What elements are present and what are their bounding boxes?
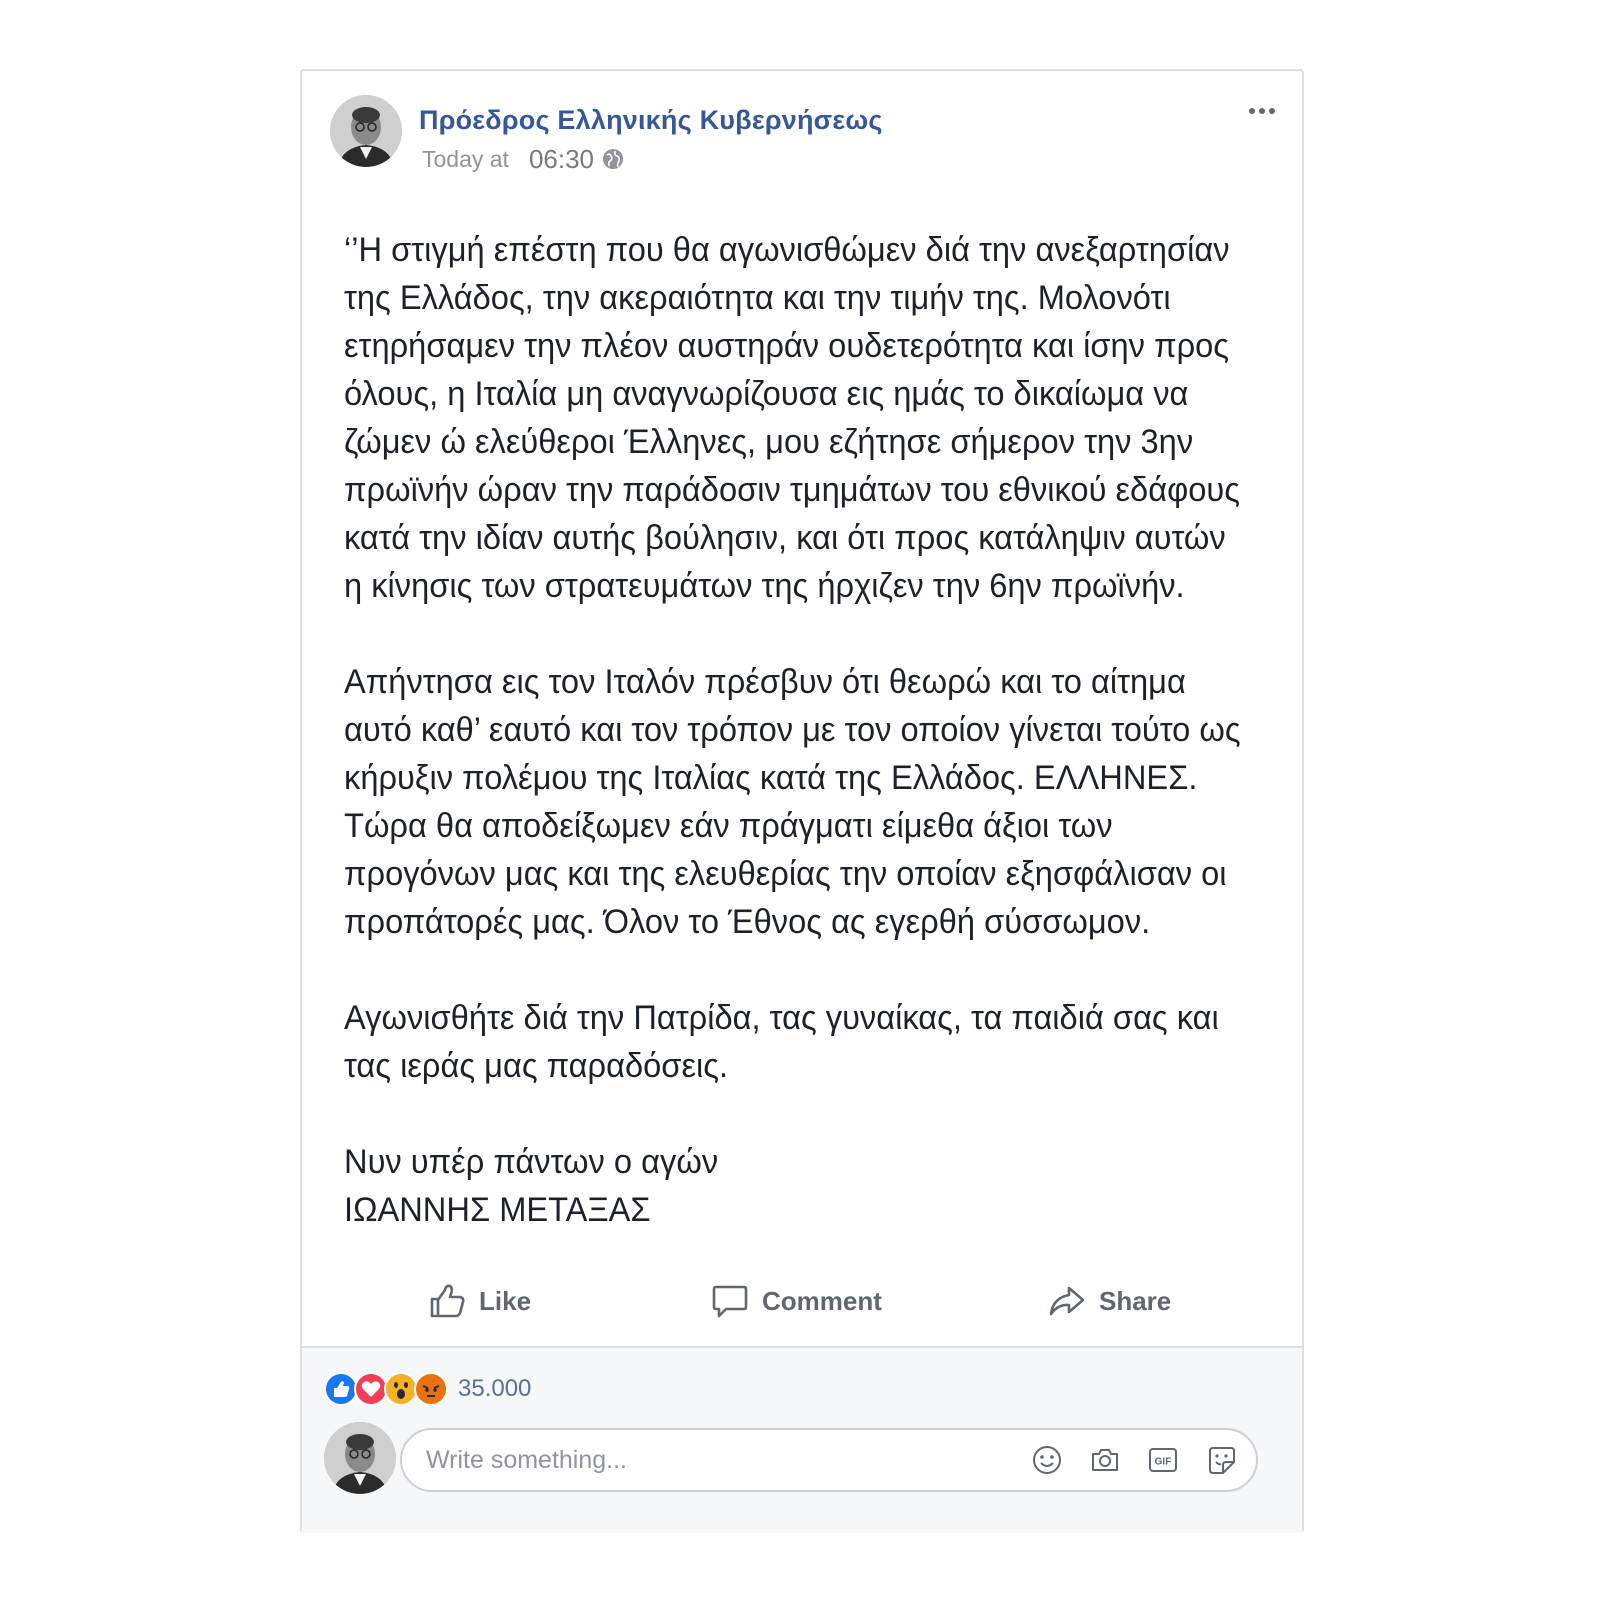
comment-icon: [712, 1285, 748, 1318]
emoji-icon[interactable]: [1030, 1443, 1064, 1477]
timestamp-time[interactable]: 06:30: [529, 144, 594, 175]
like-label: Like: [479, 1285, 532, 1316]
signature-name: ΙΩΑΝΝΗΣ ΜΕΤΑΞΑΣ: [344, 1191, 651, 1229]
comment-input[interactable]: Write something... GIF: [400, 1428, 1258, 1492]
love-reaction-icon: [354, 1372, 388, 1406]
sticker-icon[interactable]: [1204, 1443, 1238, 1477]
timestamp-prefix[interactable]: Today at: [422, 146, 509, 173]
share-button[interactable]: Share: [1047, 1269, 1171, 1333]
commenter-avatar[interactable]: [324, 1422, 396, 1494]
post-meta: Today at 06:30: [422, 143, 624, 175]
portrait-image: [324, 1422, 396, 1494]
post-paragraph-1: ‘’Η στιγμή επέστη που θα αγωνισθώμεν διά…: [344, 231, 1240, 605]
post-card: Πρόεδρος Ελληνικής Κυβερνήσεως Today at …: [300, 69, 1304, 1533]
author-name[interactable]: Πρόεδρος Ελληνικής Κυβερνήσεως: [419, 105, 883, 136]
post-footer: 35.000 Write something... GIF: [302, 1346, 1302, 1533]
wow-reaction-icon: [384, 1372, 418, 1406]
action-bar: Like Comment Share: [302, 1269, 1302, 1333]
thumbs-up-icon: [430, 1284, 465, 1318]
comment-tools: GIF: [1030, 1443, 1238, 1477]
reactions-summary[interactable]: 35.000: [324, 1370, 531, 1408]
comment-label: Comment: [762, 1285, 882, 1316]
angry-reaction-icon: [414, 1372, 448, 1406]
more-options-icon[interactable]: [1242, 99, 1282, 123]
share-icon: [1049, 1286, 1085, 1316]
author-avatar[interactable]: [330, 95, 402, 167]
like-button[interactable]: Like: [427, 1269, 531, 1333]
post-paragraph-2: Απήντησα εις τον Ιταλόν πρέσβυν ότι θεωρ…: [344, 663, 1241, 941]
post-paragraph-3: Αγωνισθήτε διά την Πατρίδα, τας γυναίκας…: [344, 999, 1219, 1085]
portrait-image: [330, 95, 402, 167]
share-label: Share: [1099, 1285, 1172, 1316]
gif-icon[interactable]: GIF: [1146, 1443, 1180, 1477]
svg-text:GIF: GIF: [1155, 1457, 1172, 1468]
comment-placeholder: Write something...: [426, 1446, 628, 1474]
signature-motto: Νυν υπέρ πάντων ο αγών: [344, 1143, 719, 1181]
like-reaction-icon: [324, 1372, 358, 1406]
camera-icon[interactable]: [1088, 1443, 1122, 1477]
post-text: ‘’Η στιγμή επέστη που θα αγωνισθώμεν διά…: [344, 226, 1246, 1234]
comment-button[interactable]: Comment: [710, 1269, 882, 1333]
reaction-count[interactable]: 35.000: [458, 1375, 531, 1403]
globe-icon: [602, 148, 624, 170]
